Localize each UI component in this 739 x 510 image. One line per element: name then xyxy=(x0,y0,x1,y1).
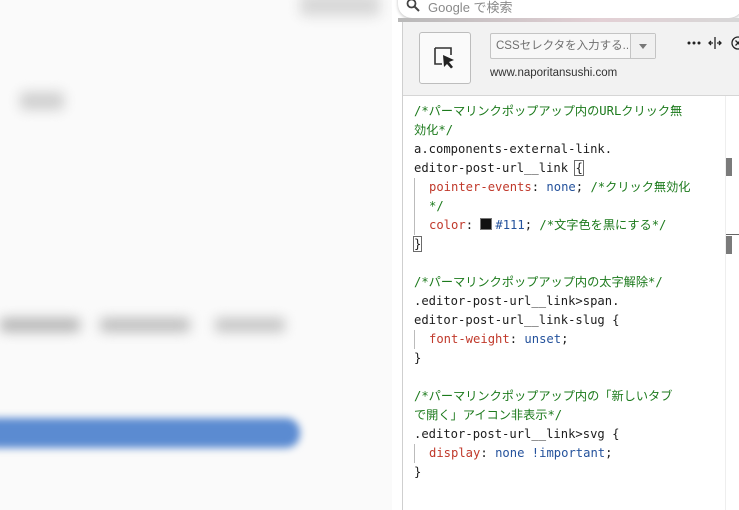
indent-guide xyxy=(414,197,429,216)
code-comment: /*パーマリンクポップアップ内の「新しいタブ xyxy=(414,389,673,403)
code-comment: で開く」アイコン非表示*/ xyxy=(414,408,563,422)
blurred-blue-bar xyxy=(0,418,300,448)
code-value: none xyxy=(546,180,576,194)
code-declaration: font-weight: unset; xyxy=(414,330,724,349)
blurred-page-background xyxy=(0,0,392,510)
indent-guide xyxy=(414,178,429,197)
search-icon xyxy=(406,0,420,12)
code-selector: editor-post-url__link xyxy=(414,161,576,175)
css-code-editor[interactable]: /*パーマリンクポップアップ内のURLクリック無 効化*/ a.componen… xyxy=(412,102,724,482)
indent-guide xyxy=(414,216,429,235)
code-declaration: color: #111; /*文字色を黒にする*/ xyxy=(414,216,724,235)
site-url-label: www.naporitansushi.com xyxy=(490,67,618,79)
devtools-toolbar: www.naporitansushi.com xyxy=(403,22,739,96)
code-colon: : xyxy=(480,446,496,460)
code-value: #111 xyxy=(495,218,525,232)
devtools-panel: www.naporitansushi.com /*パーマリンクポップアップ内のU… xyxy=(402,22,739,510)
color-swatch[interactable] xyxy=(480,218,493,230)
code-semicolon: ; xyxy=(561,332,569,346)
code-comment: /*パーマリンクポップアップ内のURLクリック無 xyxy=(414,104,683,118)
code-declaration-cont: */ xyxy=(414,197,724,216)
code-declaration: display: none !important; xyxy=(414,444,724,463)
code-selector: .editor-post-url__link>span. xyxy=(414,294,620,308)
css-selector-input[interactable] xyxy=(491,34,631,58)
search-placeholder: Google で検索 xyxy=(428,0,513,15)
split-view-icon[interactable] xyxy=(708,36,722,50)
cursor-select-icon xyxy=(434,47,454,69)
code-comment: /*クリック無効化 xyxy=(590,180,691,194)
code-open-brace: { xyxy=(574,160,584,176)
chevron-down-icon xyxy=(639,44,647,49)
code-colon: : xyxy=(531,180,547,194)
code-close-brace: } xyxy=(412,236,423,252)
code-semicolon: ; xyxy=(575,180,591,194)
blurred-text xyxy=(0,318,80,332)
code-property: font-weight xyxy=(429,332,510,346)
code-property: pointer-events xyxy=(429,180,532,194)
code-selector: editor-post-url__link-slug { xyxy=(414,313,620,327)
blurred-text xyxy=(215,318,285,332)
close-icon[interactable] xyxy=(731,36,739,50)
code-selector: .editor-post-url__link>svg { xyxy=(414,427,620,441)
indent-guide xyxy=(414,444,429,463)
code-close-brace: } xyxy=(414,465,422,479)
code-semicolon: ; xyxy=(524,218,540,232)
editor-scrollbar[interactable] xyxy=(725,96,739,510)
code-comment: */ xyxy=(429,199,444,213)
code-property: color xyxy=(429,218,466,232)
scrollbar-marker xyxy=(726,158,732,176)
code-property: display xyxy=(429,446,481,460)
code-comment: /*パーマリンクポップアップ内の太字解除*/ xyxy=(414,275,663,289)
code-comment: 効化*/ xyxy=(414,123,454,137)
indent-guide xyxy=(414,330,429,349)
code-value: unset xyxy=(524,332,562,346)
css-selector-combobox[interactable] xyxy=(490,33,656,59)
more-icon[interactable] xyxy=(687,36,701,50)
code-selector-line: editor-post-url__link { xyxy=(414,159,724,178)
code-value: none xyxy=(495,446,525,460)
code-important: !important xyxy=(531,446,606,460)
blurred-header-element xyxy=(300,0,380,16)
blurred-nav-element xyxy=(20,92,64,110)
code-close-line: } xyxy=(412,235,724,254)
scrollbar-divider xyxy=(726,234,739,235)
scrollbar-marker xyxy=(726,236,732,254)
blurred-text xyxy=(100,318,190,332)
selector-dropdown-button[interactable] xyxy=(630,34,655,58)
code-comment: /*文字色を黒にする*/ xyxy=(539,218,667,232)
element-picker-button[interactable] xyxy=(419,32,471,84)
browser-search-bar[interactable]: Google で検索 xyxy=(398,0,739,18)
code-declaration: pointer-events: none; /*クリック無効化 xyxy=(414,178,724,197)
code-colon: : xyxy=(465,218,481,232)
code-close-brace: } xyxy=(414,351,422,365)
code-selector: a.components-external-link. xyxy=(414,142,613,156)
code-colon: : xyxy=(509,332,525,346)
code-semicolon: ; xyxy=(605,446,613,460)
